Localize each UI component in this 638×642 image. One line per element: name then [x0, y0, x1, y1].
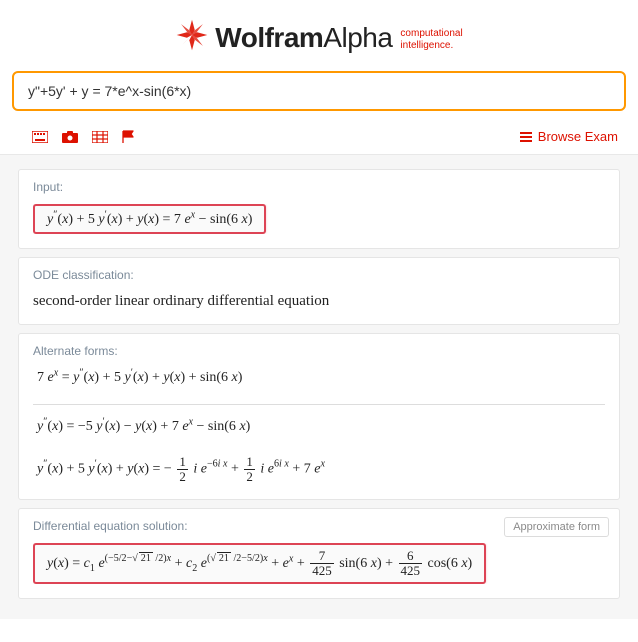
- alt-form-1: 7 ex = y″(x) + 5 y′(x) + y(x) + sin(6 x): [33, 368, 605, 388]
- solution-equation: y(x) = c1 e(−5/2−√21 /2)x + c2 e(√21 /2−…: [33, 543, 486, 583]
- approximate-form-button[interactable]: Approximate form: [504, 517, 609, 537]
- brand-text: WolframAlpha: [215, 22, 392, 54]
- input-equation: y″(x) + 5 y′(x) + y(x) = 7 ex − sin(6 x): [33, 204, 266, 234]
- brand-tagline: computationalintelligence.: [400, 28, 462, 52]
- camera-icon[interactable]: [62, 130, 78, 144]
- ode-classification-text: second-order linear ordinary differentia…: [33, 293, 329, 309]
- pod-ode-classification: ODE classification: second-order linear …: [18, 257, 620, 325]
- search-input[interactable]: [28, 83, 610, 99]
- grid-icon[interactable]: [92, 130, 108, 144]
- results-area: Input: y″(x) + 5 y′(x) + y(x) = 7 ex − s…: [0, 154, 638, 619]
- divider: [33, 404, 605, 405]
- brand-light: Alpha: [323, 22, 392, 53]
- browse-label: Browse Exam: [538, 129, 618, 144]
- pod-title: Input:: [33, 180, 605, 194]
- keyboard-icon[interactable]: [32, 130, 48, 144]
- flag-icon[interactable]: [122, 130, 138, 144]
- menu-icon: [520, 132, 532, 142]
- brand-bold: Wolfram: [215, 22, 323, 53]
- pod-title: Alternate forms:: [33, 344, 605, 358]
- search-row: [0, 71, 638, 111]
- pod-title: ODE classification:: [33, 268, 605, 282]
- alt-form-3: y″(x) + 5 y′(x) + y(x) = − 12 i e−6i x +…: [33, 453, 605, 485]
- pod-input: Input: y″(x) + 5 y′(x) + y(x) = 7 ex − s…: [18, 169, 620, 249]
- pod-de-solution: Approximate form Differential equation s…: [18, 508, 620, 598]
- wolfram-star-icon: [175, 18, 209, 57]
- header: WolframAlpha computationalintelligence.: [0, 0, 638, 71]
- logo[interactable]: WolframAlpha computationalintelligence.: [175, 18, 462, 57]
- pod-alternate-forms: Alternate forms: 7 ex = y″(x) + 5 y′(x) …: [18, 333, 620, 500]
- search-box[interactable]: [12, 71, 626, 111]
- toolbar: Browse Exam: [0, 121, 638, 154]
- alt-form-2: y″(x) = −5 y′(x) − y(x) + 7 ex − sin(6 x…: [33, 417, 605, 437]
- browse-examples-link[interactable]: Browse Exam: [520, 129, 618, 144]
